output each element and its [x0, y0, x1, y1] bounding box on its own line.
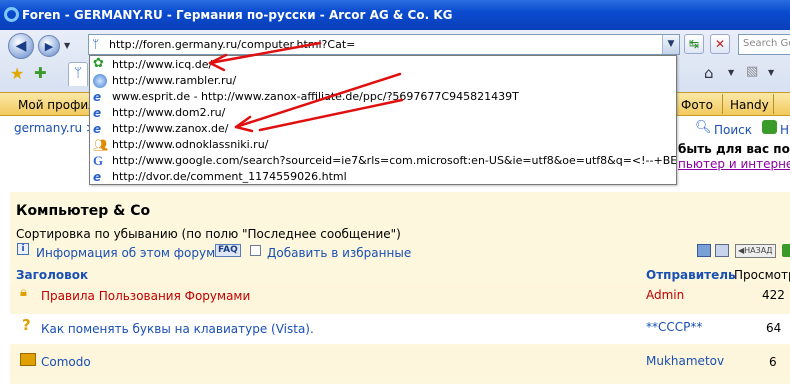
- forum-title: Компьютер & Co: [16, 203, 151, 219]
- column-title-header[interactable]: Заголовок: [16, 268, 88, 282]
- ie-page-icon: e: [93, 122, 102, 136]
- dropdown-item[interactable]: e www.esprit.de - http://www.zanox-affil…: [90, 89, 676, 105]
- dropdown-item[interactable]: 👥︎ http://www.odnoklassniki.ru/: [90, 137, 676, 153]
- column-views-header: Просмотр: [734, 268, 790, 282]
- search-icon: 🔍︎: [695, 120, 712, 135]
- dropdown-item[interactable]: e http://dvor.de/comment_1174559026.html: [90, 169, 676, 185]
- column-sender-header[interactable]: Отправитель: [646, 268, 736, 282]
- register-icon: [762, 120, 777, 134]
- dropdown-item-url: http://dvor.de/comment_1174559026.html: [112, 170, 347, 183]
- home-dropdown-icon[interactable]: ▼: [728, 68, 734, 77]
- thread-views: 422: [762, 288, 785, 302]
- link-handy[interactable]: Handy: [730, 96, 769, 114]
- links-divider: [773, 94, 774, 114]
- forward-button[interactable]: ▶: [38, 35, 60, 57]
- favorites-checkbox-icon[interactable]: [250, 245, 261, 256]
- thread-title-link[interactable]: Как поменять буквы на клавиатуре (Vista)…: [41, 322, 314, 336]
- folder-icon: [20, 353, 36, 366]
- globe-icon: [93, 74, 107, 88]
- favorites-star-icon[interactable]: ★: [10, 64, 24, 83]
- add-favorite-icon[interactable]: ✚: [34, 64, 47, 82]
- thread-sender[interactable]: **CCCP**: [646, 320, 702, 334]
- promo-link[interactable]: пьютер и интерне: [678, 157, 790, 171]
- breadcrumb[interactable]: germany.ru >: [14, 121, 96, 135]
- thread-sender[interactable]: Mukhametov: [646, 354, 724, 368]
- forum-info-link[interactable]: Информация об этом форуме: [36, 246, 223, 260]
- dropdown-item[interactable]: e http://www.zanox.de/: [90, 121, 676, 137]
- forward-arrow-icon: ▶: [44, 39, 54, 53]
- link-photo[interactable]: Фото: [681, 96, 713, 114]
- sort-text: Сортировка по убыванию (по полю "Последн…: [16, 227, 401, 241]
- info-icon: i: [17, 243, 29, 255]
- ie-page-icon: e: [93, 106, 102, 120]
- add-favorites-link[interactable]: Добавить в избранные: [267, 246, 411, 260]
- back-button[interactable]: ◀: [8, 33, 34, 59]
- people-icon: 👥︎: [93, 138, 109, 152]
- dropdown-item[interactable]: http://www.rambler.ru/: [90, 73, 676, 89]
- dropdown-item-url: http://www.rambler.ru/: [112, 74, 237, 87]
- search-input[interactable]: Search Go: [738, 34, 790, 55]
- feeds-icon[interactable]: ▧: [746, 64, 758, 79]
- stop-icon[interactable]: ✕: [710, 34, 730, 54]
- search-link[interactable]: Поиск: [714, 123, 752, 137]
- dropdown-item-url: www.esprit.de - http://www.zanox-affilia…: [112, 90, 519, 103]
- back-arrow-icon: ◀: [15, 38, 27, 54]
- thread-sender[interactable]: Admin: [646, 288, 684, 302]
- dropdown-item[interactable]: ✿ http://www.icq.de/: [90, 57, 676, 73]
- window-title: Foren - GERMANY.RU - Германия по-русски …: [22, 8, 453, 22]
- address-bar[interactable]: ᛘ http://foren.germany.ru/computer.html?…: [88, 34, 680, 55]
- faq-badge[interactable]: FAQ: [215, 244, 241, 257]
- dropdown-item-url: http://www.odnoklassniki.ru/: [112, 138, 269, 151]
- address-dropdown-button[interactable]: ▼: [662, 35, 679, 54]
- feeds-dropdown-icon[interactable]: ▼: [768, 68, 774, 77]
- address-input[interactable]: http://foren.germany.ru/computer.html?Ca…: [109, 38, 355, 51]
- ie-logo-icon: [4, 7, 19, 22]
- window-title-bar: Foren - GERMANY.RU - Германия по-русски …: [0, 0, 790, 30]
- refresh-icon[interactable]: ↹: [684, 34, 704, 54]
- address-autocomplete-dropdown[interactable]: ✿ http://www.icq.de/ http://www.rambler.…: [89, 55, 677, 185]
- dropdown-item-url: http://www.dom2.ru/: [112, 106, 226, 119]
- promo-text: быть для вас пол: [678, 142, 790, 156]
- back-button-page[interactable]: ◀НАЗАД: [735, 244, 776, 258]
- next-icon[interactable]: [782, 244, 790, 257]
- dropdown-item[interactable]: G http://www.google.com/search?sourceid=…: [90, 153, 676, 169]
- register-link-fragment[interactable]: Н: [780, 123, 789, 137]
- thread-views: 6: [769, 355, 777, 369]
- lock-icon: 🔒︎: [20, 285, 27, 300]
- print-icon[interactable]: [715, 244, 729, 257]
- dropdown-item-url: http://www.zanox.de/: [112, 122, 229, 135]
- thread-title-link[interactable]: Comodo: [41, 355, 91, 369]
- ie-page-icon: e: [93, 170, 102, 184]
- thread-title-link[interactable]: Правила Пользования Форумами: [41, 289, 250, 303]
- home-icon[interactable]: ⌂: [704, 64, 714, 82]
- dropdown-item[interactable]: e http://www.dom2.ru/: [90, 105, 676, 121]
- new-thread-icon[interactable]: [697, 244, 711, 257]
- history-dropdown-icon[interactable]: ▼: [64, 41, 70, 50]
- thread-views: 64: [766, 321, 782, 335]
- ie-page-icon: e: [93, 90, 102, 104]
- google-icon: G: [93, 153, 104, 168]
- tab-favicon-icon[interactable]: ᛘ: [68, 62, 88, 86]
- dropdown-item-url: http://www.icq.de/: [112, 58, 213, 71]
- question-icon: ?: [22, 316, 31, 334]
- site-favicon-icon: ᛘ: [92, 37, 100, 51]
- links-divider: [722, 94, 723, 114]
- icq-flower-icon: ✿: [93, 57, 104, 71]
- link-my-profile[interactable]: Мой профил: [18, 96, 96, 114]
- dropdown-item-url: http://www.google.com/search?sourceid=ie…: [112, 154, 676, 167]
